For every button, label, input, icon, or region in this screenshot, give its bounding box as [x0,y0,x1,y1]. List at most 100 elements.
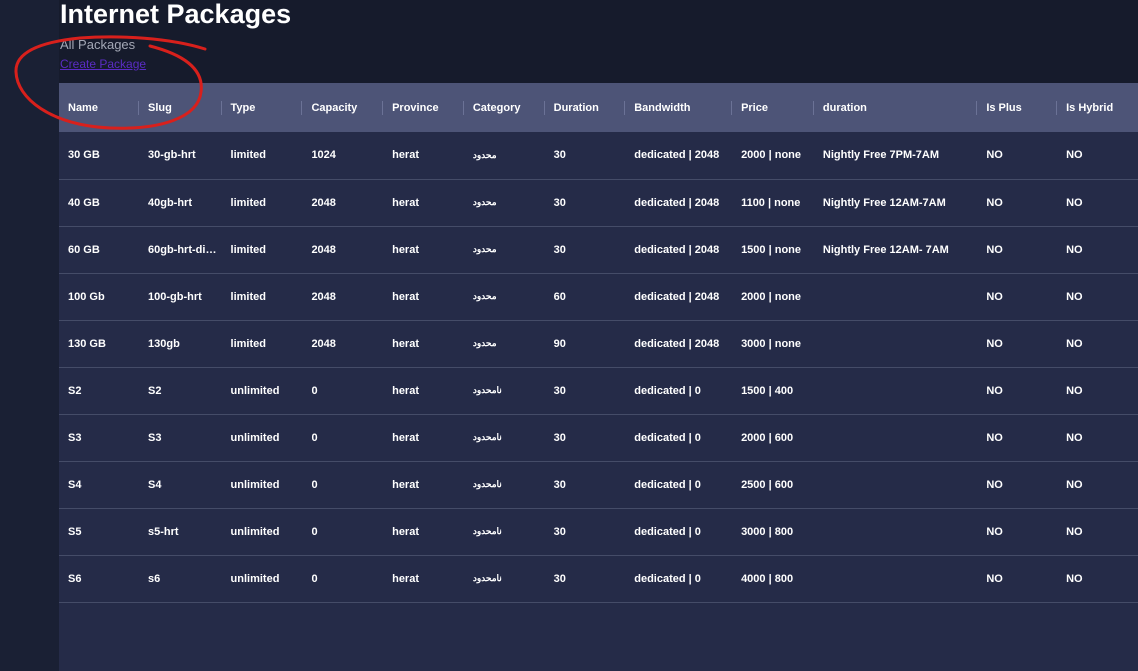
cell-name: S2 [68,384,82,397]
cell-is-hybrid: NO [1066,243,1083,256]
table-row[interactable]: S2 S2 unlimited 0 herat نامحدود 30 dedicated | … [59,367,1138,414]
cell-province: herat [392,196,419,209]
cell-duration-note [814,320,977,367]
column-header-capacity[interactable]: Capacity [302,83,383,132]
column-header-is-plus[interactable]: Is Plus [977,83,1057,132]
create-package-link[interactable]: Create Package [60,57,146,71]
cell-name: 40 GB [68,196,100,209]
column-header-price[interactable]: Price [732,83,814,132]
cell-price: 2000 | 600 [741,431,794,444]
column-header-province[interactable]: Province [383,83,464,132]
table-row[interactable]: S3 S3 unlimited 0 herat نامحدود 30 dedicated | … [59,414,1138,461]
cell-duration: 30 [553,478,566,491]
cell-province: herat [392,572,419,585]
cell-name: S6 [68,572,82,585]
cell-category: نامحدود [472,385,502,395]
cell-is-hybrid: NO [1066,149,1083,162]
table-header-row: Name Slug Type Capacity Province Categor… [59,83,1138,132]
cell-capacity: 0 [311,384,318,397]
cell-duration-note [814,555,977,602]
cell-slug: s5-hrt [148,525,179,538]
cell-type: unlimited [230,478,280,491]
cell-bandwidth: dedicated | 0 [634,478,701,491]
column-header-name[interactable]: Name [59,83,139,132]
cell-bandwidth: dedicated | 0 [634,572,701,585]
cell-is-hybrid: NO [1066,525,1083,538]
table-row[interactable]: S5 s5-hrt unlimited 0 herat نامحدود 30 dedicate… [59,508,1138,555]
table-row[interactable]: S4 S4 unlimited 0 herat نامحدود 30 dedicated | … [59,461,1138,508]
cell-duration-note: Nightly Free 12AM- 7AM [822,243,949,256]
cell-name: S5 [68,525,82,538]
cell-is-plus: NO [986,196,1003,209]
table-row[interactable]: 60 GB 60gb-hrt-di… limited 2048 herat محدود 30… [59,226,1138,273]
cell-price: 4000 | 800 [741,572,794,585]
cell-is-hybrid: NO [1066,572,1083,585]
column-header-slug[interactable]: Slug [139,83,222,132]
cell-duration: 30 [553,431,566,444]
cell-duration: 60 [553,290,566,303]
cell-is-plus: NO [986,384,1003,397]
cell-type: limited [230,290,266,303]
cell-price: 3000 | 800 [741,525,794,538]
cell-slug: s6 [148,572,161,585]
table-row[interactable]: 130 GB 130gb limited 2048 herat محدود 90 dedica… [59,320,1138,367]
cell-name: 100 Gb [68,290,105,303]
cell-duration: 30 [553,149,566,162]
cell-type: limited [230,337,266,350]
cell-province: herat [392,431,419,444]
cell-type: unlimited [230,431,280,444]
cell-category: نامحدود [472,432,502,442]
cell-category: محدود [472,338,497,348]
cell-name: S4 [68,478,82,491]
cell-duration: 90 [553,337,566,350]
cell-bandwidth: dedicated | 0 [634,431,701,444]
table-row[interactable]: 100 Gb 100-gb-hrt limited 2048 herat محدود 60 d… [59,273,1138,320]
column-header-duration[interactable]: Duration [545,83,626,132]
cell-capacity: 2048 [311,337,336,350]
column-header-duration-note[interactable]: duration [814,83,978,132]
cell-name: 30 GB [68,149,100,162]
column-header-category[interactable]: Category [464,83,545,132]
page-subtitle: All Packages [60,37,136,52]
cell-bandwidth: dedicated | 0 [634,384,701,397]
cell-duration-note [814,508,977,555]
cell-is-hybrid: NO [1066,290,1083,303]
packages-table: Name Slug Type Capacity Province Categor… [59,83,1138,603]
table-row[interactable]: S6 s6 unlimited 0 herat نامحدود 30 dedicated | … [59,555,1138,602]
cell-category: نامحدود [472,526,502,536]
cell-is-plus: NO [986,572,1003,585]
cell-category: محدود [472,291,497,301]
cell-capacity: 0 [311,431,318,444]
cell-bandwidth: dedicated | 2048 [634,243,720,256]
cell-category: محدود [472,149,497,160]
column-header-bandwidth[interactable]: Bandwidth [625,83,732,132]
cell-slug: 60gb-hrt-di… [148,243,217,256]
table-row[interactable]: 30 GB 30-gb-hrt limited 1024 herat محدود 30 ded… [59,132,1138,179]
cell-slug: 130gb [148,337,180,350]
cell-capacity: 1024 [311,149,336,162]
cell-price: 1500 | none [741,243,801,256]
cell-duration-note [814,414,977,461]
cell-price: 2500 | 600 [741,478,794,491]
cell-slug: 40gb-hrt [148,196,192,209]
cell-price: 2000 | none [741,149,801,162]
page-title: Internet Packages [60,0,292,29]
cell-duration: 30 [553,525,566,538]
cell-price: 3000 | none [741,337,801,350]
cell-duration: 30 [553,196,566,209]
cell-price: 2000 | none [741,290,801,303]
cell-bandwidth: dedicated | 2048 [634,337,720,350]
cell-duration-note [814,461,977,508]
column-header-is-hybrid[interactable]: Is Hybrid [1057,83,1138,132]
cell-is-plus: NO [986,431,1003,444]
cell-capacity: 0 [311,525,318,538]
cell-is-hybrid: NO [1066,478,1083,491]
packages-table-container: Name Slug Type Capacity Province Categor… [59,83,1138,671]
table-row[interactable]: 40 GB 40gb-hrt limited 2048 herat محدود 30 dedi… [59,179,1138,226]
column-header-type[interactable]: Type [222,83,303,132]
cell-is-hybrid: NO [1066,384,1083,397]
cell-type: unlimited [230,525,280,538]
cell-duration: 30 [553,243,566,256]
cell-duration-note [814,273,977,320]
cell-is-plus: NO [986,525,1003,538]
